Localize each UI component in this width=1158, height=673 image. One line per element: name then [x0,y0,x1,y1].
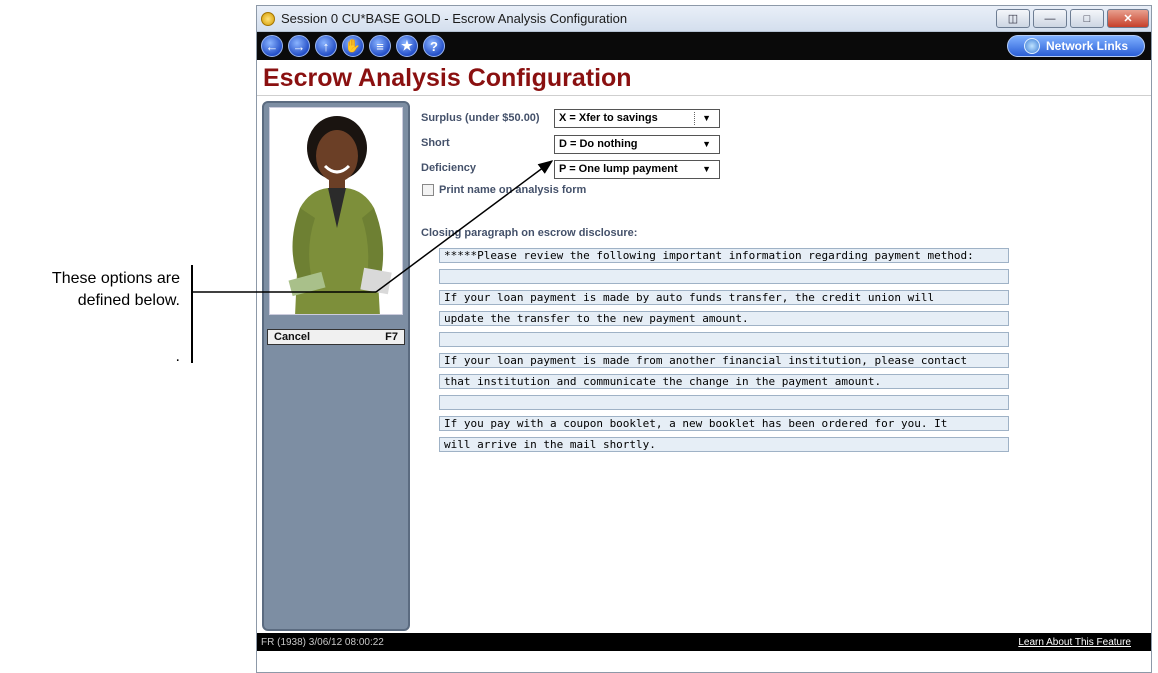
print-name-label: Print name on analysis form [439,184,587,196]
closing-line-5[interactable] [439,332,1009,347]
person-photo [269,107,403,315]
short-label: Short [421,137,450,149]
maximize-button[interactable]: □ [1070,9,1104,28]
closing-line-8[interactable] [439,395,1009,410]
up-icon[interactable]: ↑ [315,35,337,57]
session-status: FR (1938) 3/06/12 08:00:22 [261,636,384,648]
list-icon[interactable]: ≡ [369,35,391,57]
network-links-button[interactable]: Network Links [1007,35,1145,57]
closing-line-9[interactable]: If you pay with a coupon booklet, a new … [439,416,1009,431]
globe-icon [1023,38,1040,54]
annotation-text: These options are defined below. . [0,268,180,365]
minimize-button[interactable]: — [1033,9,1067,28]
deficiency-select[interactable]: P = One lump payment ▼ [554,160,720,179]
page-title: Escrow Analysis Configuration [257,60,1151,96]
learn-about-feature-link[interactable]: Learn About This Feature [1018,637,1131,648]
deficiency-label: Deficiency [421,162,477,174]
chevron-down-icon: ▼ [702,139,711,149]
title-bar: Session 0 CU*BASE GOLD - Escrow Analysis… [257,6,1151,32]
closing-line-2[interactable] [439,269,1009,284]
stop-hand-icon[interactable]: ✋ [342,35,364,57]
nav-bar: ← → ↑ ✋ ≡ ★ ? Network Links [257,32,1151,60]
cancel-key: F7 [385,331,398,343]
annotation-line-1: These options are [51,270,180,287]
closing-paragraph-label: Closing paragraph on escrow disclosure: [421,227,638,239]
cancel-button[interactable]: Cancel F7 [267,329,405,345]
restore-screen-icon[interactable]: ◫ [996,9,1030,28]
app-window: Session 0 CU*BASE GOLD - Escrow Analysis… [256,5,1152,673]
help-icon[interactable]: ? [423,35,445,57]
back-icon[interactable]: ← [261,35,283,57]
print-name-checkbox[interactable] [422,184,434,196]
short-select[interactable]: D = Do nothing ▼ [554,135,720,154]
app-icon [261,11,275,26]
status-bar: FR (1938) 3/06/12 08:00:22 Learn About T… [257,633,1151,651]
closing-line-6[interactable]: If your loan payment is made from anothe… [439,353,1009,368]
surplus-value: X = Xfer to savings [559,112,658,124]
closing-line-7[interactable]: that institution and communicate the cha… [439,374,1009,389]
sidebar: Cancel F7 [262,101,410,631]
short-value: D = Do nothing [559,138,638,150]
closing-line-10[interactable]: will arrive in the mail shortly. [439,437,1009,452]
chevron-down-icon: ▼ [702,164,711,174]
close-button[interactable]: ✕ [1107,9,1149,28]
network-links-label: Network Links [1045,39,1129,53]
annotation-bracket [191,265,193,363]
annotation-line-2: defined below. [77,292,180,309]
annotation-line-3: . [175,348,180,365]
forward-icon[interactable]: → [288,35,310,57]
surplus-label: Surplus (under $50.00) [421,112,540,124]
surplus-select[interactable]: X = Xfer to savings ▼ [554,109,720,128]
deficiency-value: P = One lump payment [559,163,678,175]
favorite-star-icon[interactable]: ★ [396,35,418,57]
cancel-label: Cancel [274,331,311,343]
closing-line-1[interactable]: *****Please review the following importa… [439,248,1009,263]
window-title: Session 0 CU*BASE GOLD - Escrow Analysis… [281,11,628,26]
closing-line-3[interactable]: If your loan payment is made by auto fun… [439,290,1009,305]
closing-line-4[interactable]: update the transfer to the new payment a… [439,311,1009,326]
chevron-down-icon: ▼ [702,113,711,123]
